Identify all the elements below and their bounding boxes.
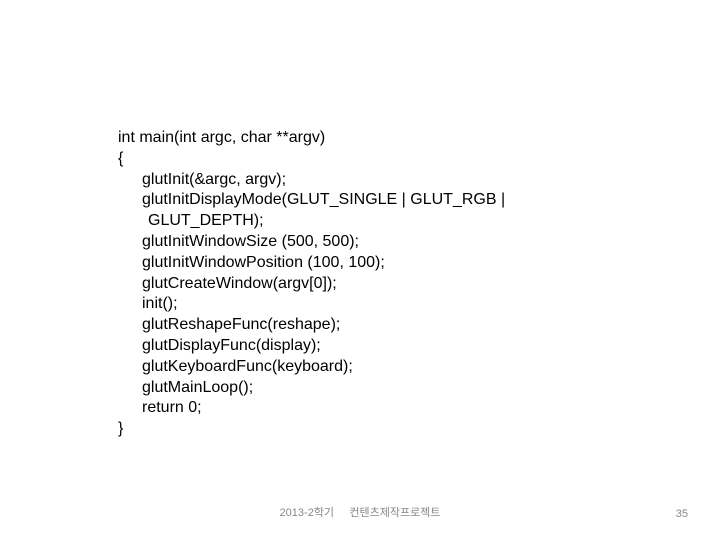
page-number: 35 <box>676 508 688 520</box>
code-line: } <box>118 419 598 440</box>
slide: int main(int argc, char **argv) { glutIn… <box>0 0 720 540</box>
code-line: glutCreateWindow(argv[0]); <box>118 274 598 295</box>
code-line: glutMainLoop(); <box>118 378 598 399</box>
code-line: GLUT_DEPTH); <box>118 211 598 232</box>
code-line: int main(int argc, char **argv) <box>118 128 598 149</box>
code-line: glutInit(&argc, argv); <box>118 170 598 191</box>
code-line: glutInitDisplayMode(GLUT_SINGLE | GLUT_R… <box>118 190 598 211</box>
footer: 2013-2학기 컨텐츠제작프로젝트 <box>0 504 720 520</box>
footer-semester: 2013-2학기 <box>280 507 335 519</box>
code-line: glutDisplayFunc(display); <box>118 336 598 357</box>
code-line: init(); <box>118 294 598 315</box>
code-line: return 0; <box>118 398 598 419</box>
footer-course: 컨텐츠제작프로젝트 <box>349 507 440 519</box>
code-line: glutKeyboardFunc(keyboard); <box>118 357 598 378</box>
code-line: glutInitWindowPosition (100, 100); <box>118 253 598 274</box>
code-line: { <box>118 149 598 170</box>
code-line: glutInitWindowSize (500, 500); <box>118 232 598 253</box>
code-block: int main(int argc, char **argv) { glutIn… <box>118 128 598 440</box>
code-line: glutReshapeFunc(reshape); <box>118 315 598 336</box>
